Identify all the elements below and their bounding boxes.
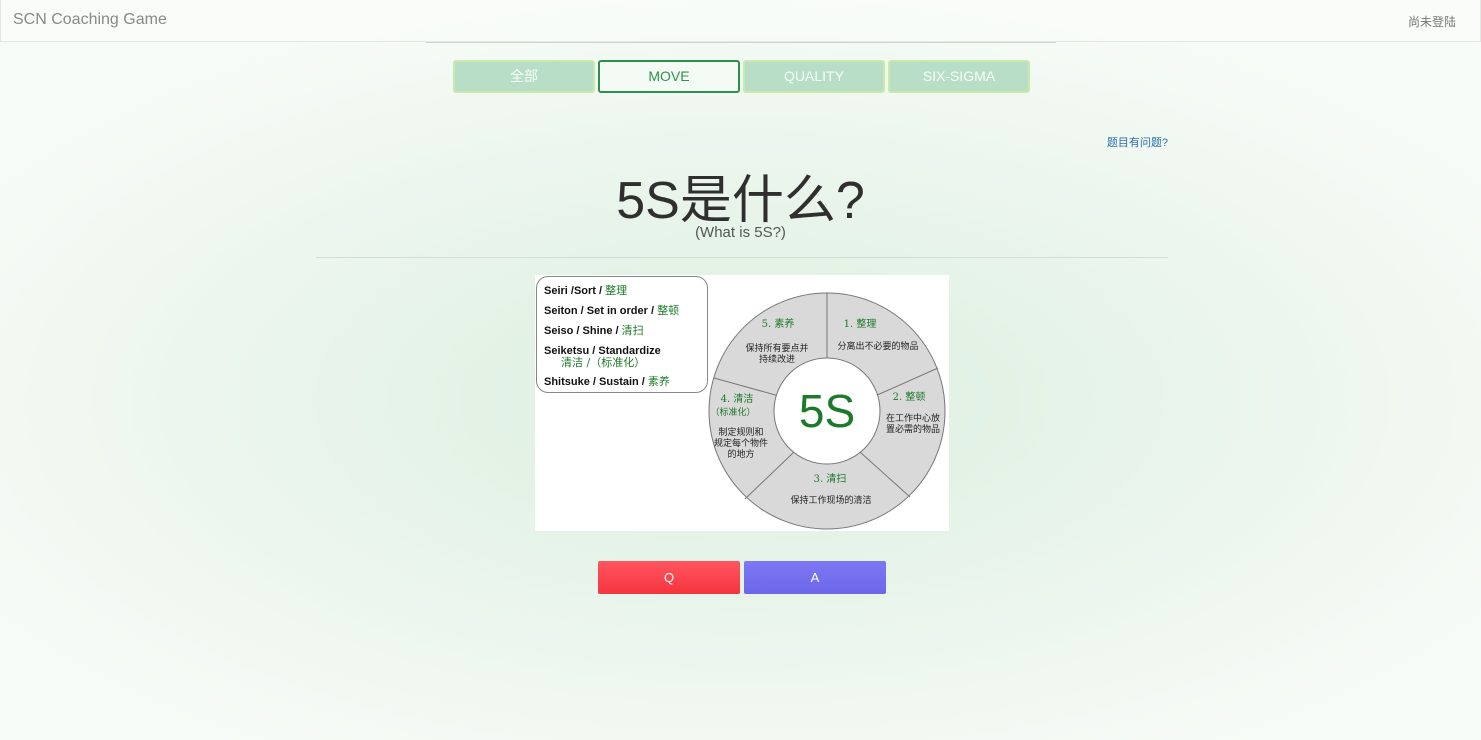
tab-move[interactable]: MOVE xyxy=(598,60,740,93)
show-answer-button[interactable]: A xyxy=(744,561,886,594)
legend-item-sub: 清洁 /（标准化） xyxy=(561,356,646,369)
question-divider xyxy=(316,257,1168,258)
question-subtitle: (What is 5S?) xyxy=(695,224,786,241)
wheel-center-label: 5S xyxy=(799,385,855,437)
tab-all[interactable]: 全部 xyxy=(453,60,595,93)
segment-text: 规定每个物件 xyxy=(714,437,768,449)
segment-heading: 3. 清扫 xyxy=(814,472,847,485)
segment-heading: 5. 素养 xyxy=(762,317,795,330)
segment-text: 保持工作现场的清洁 xyxy=(790,494,871,506)
legend-item: Seiri /Sort / 整理 xyxy=(544,284,628,297)
report-issue-link[interactable]: 题目有问题? xyxy=(1107,134,1168,150)
question-figure-5s: Seiri /Sort / 整理 Seiton / Set in order /… xyxy=(535,275,949,531)
segment-text: 在工作中心放 xyxy=(886,412,940,424)
segment-text: 制定规则和 xyxy=(718,426,763,438)
segment-text: 的地方 xyxy=(727,448,754,460)
segment-text: 分离出不必要的物品 xyxy=(837,340,918,352)
tab-quality[interactable]: QUALITY xyxy=(743,60,885,93)
segment-heading: 1. 整理 xyxy=(844,317,877,330)
legend-item: Shitsuke / Sustain / 素养 xyxy=(544,375,670,388)
show-question-button[interactable]: Q xyxy=(598,561,740,594)
legend-item: Seiso / Shine / 清扫 xyxy=(544,324,644,337)
question-title: 5S是什么? xyxy=(616,172,865,230)
segment-text: 保持所有要点并 xyxy=(745,342,808,354)
segment-subheading: （标准化） xyxy=(710,406,755,418)
navbar-divider xyxy=(426,42,1056,43)
segment-text: 持续改进 xyxy=(759,353,795,365)
brand-title[interactable]: SCN Coaching Game xyxy=(13,11,167,29)
legend-item: Seiton / Set in order / 整顿 xyxy=(544,304,680,317)
login-status[interactable]: 尚未登陆 xyxy=(1408,13,1456,30)
top-navbar: SCN Coaching Game 尚未登陆 xyxy=(0,0,1481,42)
five-s-legend: Seiri /Sort / 整理 Seiton / Set in order /… xyxy=(536,276,708,393)
tab-six-sigma[interactable]: SIX-SIGMA xyxy=(888,60,1030,93)
segment-heading: 2. 整顿 xyxy=(893,390,926,403)
five-s-wheel: 5S 1. 整理 分离出不必要的物品 2. 整顿 在工作中心放 置必需的物品 3… xyxy=(708,292,946,530)
segment-text: 置必需的物品 xyxy=(886,423,940,435)
segment-heading: 4. 清洁 xyxy=(721,392,754,405)
